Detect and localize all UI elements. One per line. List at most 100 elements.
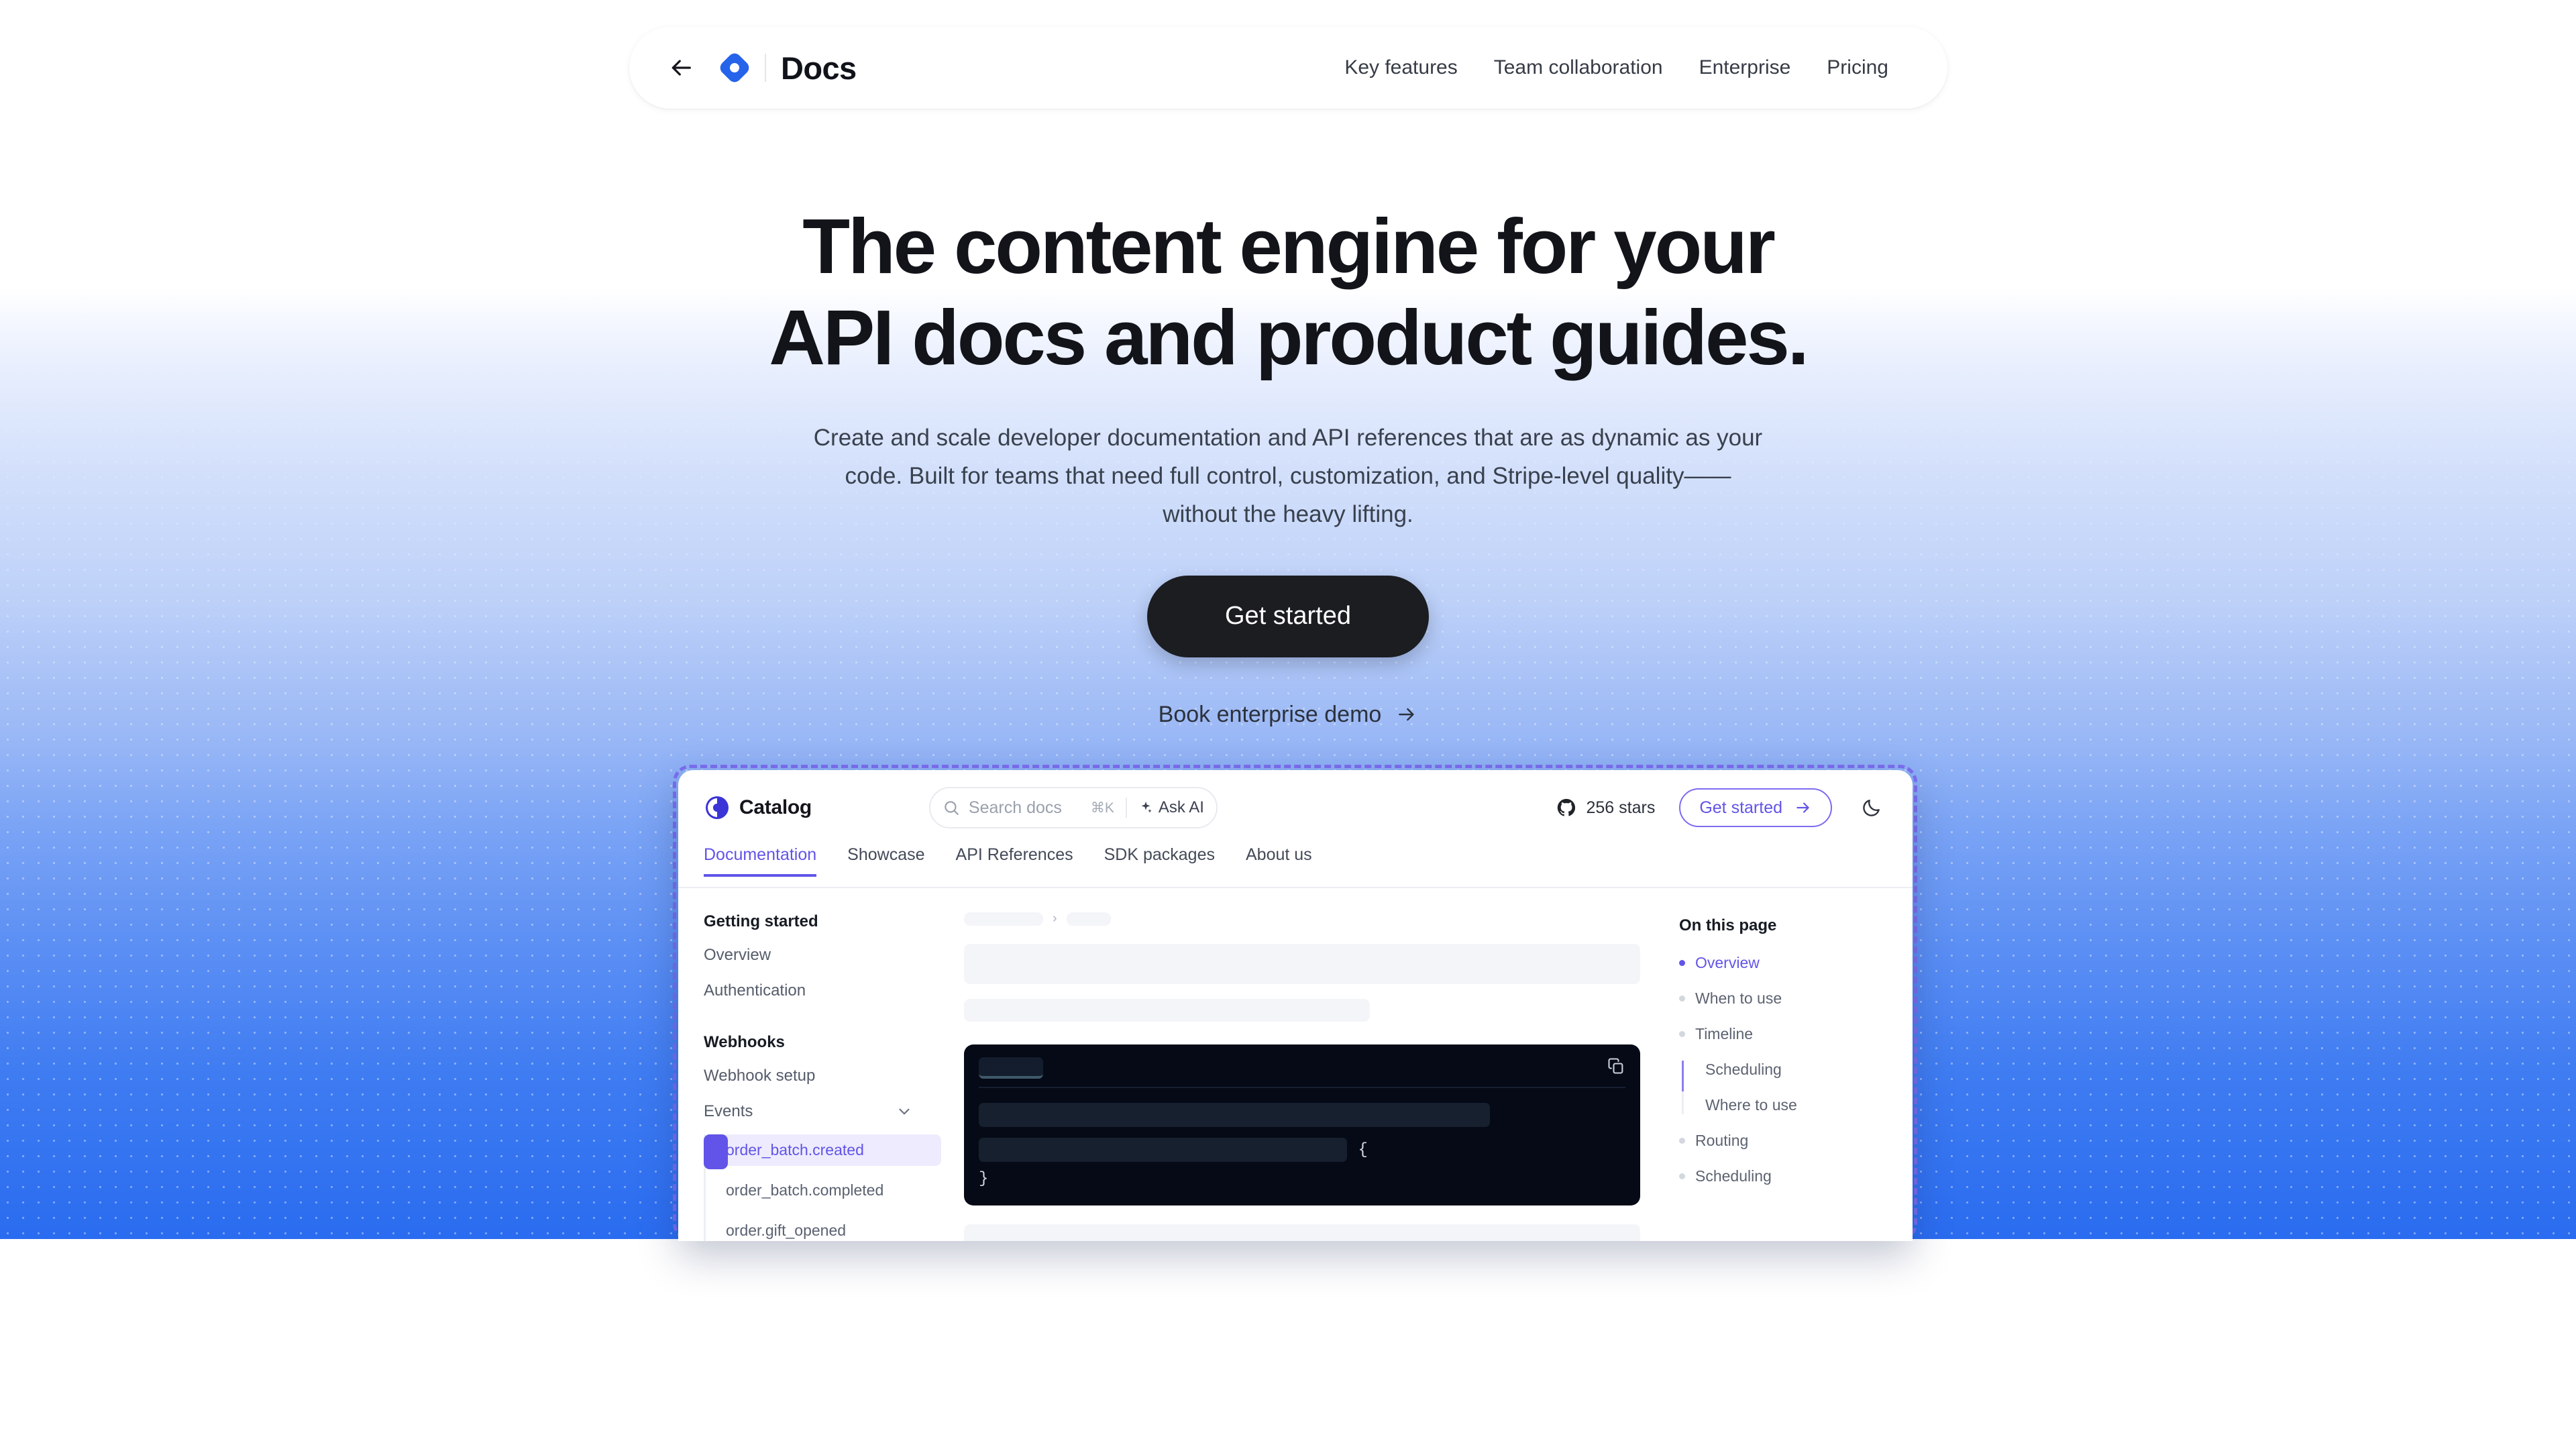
on-this-page-panel: On this page Overview When to use Timeli…: [1663, 888, 1913, 1240]
tab-about-us[interactable]: About us: [1246, 845, 1312, 874]
arrow-right-icon: [1796, 802, 1809, 813]
app-get-started-label: Get started: [1699, 798, 1782, 817]
toc-bullet-icon: [1679, 960, 1685, 966]
app-body: Getting started Overview Authentication …: [678, 888, 1913, 1241]
toc-label: When to use: [1695, 989, 1782, 1007]
back-button[interactable]: [663, 50, 699, 86]
code-line-row: {: [979, 1138, 1625, 1162]
toc-item-when-to-use[interactable]: When to use: [1679, 989, 1892, 1008]
search-divider: [1125, 798, 1127, 818]
sidebar-active-rail: [704, 1134, 728, 1169]
toc-bullet-icon: [1679, 1138, 1685, 1144]
toc-sub-group: Scheduling Where to use: [1682, 1061, 1892, 1114]
breadcrumb-item-placeholder: [964, 912, 1043, 926]
toc-item-overview[interactable]: Overview: [1679, 954, 1892, 972]
theme-toggle-button[interactable]: [1856, 792, 1887, 823]
app-preview-card: Catalog Search docs ⌘K Ask AI 256 stars …: [678, 770, 1913, 1241]
catalog-c-logo-icon: [706, 796, 729, 819]
breadcrumb-item-placeholder: [1066, 912, 1111, 926]
copy-icon: [1608, 1058, 1623, 1074]
app-top-bar: Catalog Search docs ⌘K Ask AI 256 stars …: [678, 770, 1913, 845]
sidebar-event-order-batch-completed[interactable]: order_batch.completed: [714, 1175, 941, 1206]
sidebar-section-getting-started: Getting started: [704, 912, 818, 930]
sidebar-events-label: Events: [704, 1102, 753, 1120]
github-icon: [1558, 798, 1576, 816]
sidebar-item-webhook-setup[interactable]: Webhook setup: [704, 1067, 941, 1085]
toc-item-where-to-use[interactable]: Where to use: [1686, 1096, 1892, 1114]
headline-line-2: API docs and product guides.: [769, 293, 1809, 381]
code-open-brace: {: [1358, 1140, 1368, 1159]
page-bottom-white-area: [0, 1239, 2576, 1449]
search-placeholder: Search docs: [968, 798, 1062, 817]
toc-active-rail: [1682, 1061, 1684, 1091]
tab-api-references[interactable]: API References: [956, 845, 1073, 874]
sidebar-event-order-gift-opened[interactable]: order.gift_opened: [714, 1215, 941, 1241]
copy-button[interactable]: [1607, 1057, 1625, 1079]
breadcrumb-chevron-icon: ›: [1053, 911, 1057, 926]
arrow-left-icon: [672, 60, 691, 76]
toc-label: Scheduling: [1695, 1167, 1772, 1185]
book-enterprise-demo-link[interactable]: Book enterprise demo: [1159, 702, 1418, 728]
toc-label: Timeline: [1695, 1025, 1754, 1042]
main-nav: Key features Team collaboration Enterpri…: [1344, 56, 1888, 79]
toc-item-scheduling-sub[interactable]: Scheduling: [1686, 1061, 1892, 1096]
top-navigation-bar: Docs Key features Team collaboration Ent…: [629, 27, 1947, 109]
github-stars-label: 256 stars: [1586, 798, 1656, 817]
nav-item-pricing[interactable]: Pricing: [1827, 56, 1888, 79]
code-close-brace: }: [979, 1170, 989, 1188]
sidebar-item-authentication[interactable]: Authentication: [704, 981, 941, 1000]
content-placeholder-block: [964, 999, 1370, 1022]
page-title: The content engine for your API docs and…: [0, 201, 2576, 383]
toc-item-scheduling[interactable]: Scheduling: [1679, 1167, 1892, 1185]
code-block: { }: [964, 1044, 1640, 1205]
sidebar-event-order-batch-created[interactable]: order_batch.created: [714, 1134, 941, 1166]
search-icon: [945, 801, 959, 815]
toc-bullet-icon: [1679, 996, 1685, 1002]
app-brand-name: Catalog: [739, 796, 812, 818]
docs-diamond-logo-icon: [717, 50, 752, 85]
on-this-page-title: On this page: [1679, 916, 1777, 934]
toc-bullet-icon: [1679, 1173, 1685, 1179]
app-get-started-button[interactable]: Get started: [1679, 788, 1832, 827]
toc-item-routing[interactable]: Routing: [1679, 1132, 1892, 1150]
get-started-button[interactable]: Get started: [1147, 575, 1429, 657]
content-placeholder-block: [964, 1224, 1640, 1241]
sidebar-item-events[interactable]: Events: [704, 1102, 941, 1121]
ask-ai-label: Ask AI: [1158, 798, 1204, 816]
hero-section: The content engine for your API docs and…: [0, 201, 2576, 728]
app-main-content: › {}: [941, 888, 1663, 1241]
tab-documentation[interactable]: Documentation: [704, 845, 817, 877]
code-line-placeholder: [979, 1103, 1490, 1127]
headline-line-1: The content engine for your: [802, 203, 1776, 290]
tab-showcase[interactable]: Showcase: [847, 845, 924, 874]
code-tab-placeholder[interactable]: [979, 1057, 1043, 1079]
ask-ai-button[interactable]: Ask AI: [1138, 798, 1204, 817]
app-sidebar: Getting started Overview Authentication …: [678, 888, 941, 1241]
sidebar-events-list: order_batch.created order_batch.complete…: [704, 1134, 941, 1241]
book-enterprise-demo-label: Book enterprise demo: [1158, 701, 1382, 727]
content-placeholder-block: [964, 944, 1640, 984]
tab-sdk-packages[interactable]: SDK packages: [1104, 845, 1215, 874]
nav-item-enterprise[interactable]: Enterprise: [1699, 56, 1791, 79]
brand-lockup[interactable]: Docs: [717, 50, 857, 87]
sidebar-item-overview[interactable]: Overview: [704, 946, 941, 965]
chevron-down-icon: [899, 1108, 910, 1115]
nav-item-team-collaboration[interactable]: Team collaboration: [1494, 56, 1663, 79]
github-stars[interactable]: 256 stars: [1556, 798, 1655, 818]
brand-divider: [765, 54, 766, 82]
toc-label: Overview: [1695, 954, 1760, 971]
page-root: Docs Key features Team collaboration Ent…: [0, 0, 2576, 1449]
search-input[interactable]: Search docs ⌘K Ask AI: [928, 787, 1218, 828]
toc-label: Routing: [1695, 1132, 1749, 1149]
brand-title: Docs: [781, 50, 857, 86]
arrow-right-icon: [1399, 708, 1414, 721]
breadcrumb: ›: [964, 911, 1640, 926]
hero-subtitle: Create and scale developer documentation…: [813, 425, 1763, 527]
toc-item-timeline[interactable]: Timeline: [1679, 1025, 1892, 1043]
nav-item-key-features[interactable]: Key features: [1344, 56, 1457, 79]
sidebar-section-webhooks: Webhooks: [704, 1033, 785, 1051]
sparkle-icon: [1141, 801, 1152, 813]
code-block-tab-bar: [979, 1057, 1625, 1088]
app-tab-bar: Documentation Showcase API References SD…: [678, 845, 1913, 888]
